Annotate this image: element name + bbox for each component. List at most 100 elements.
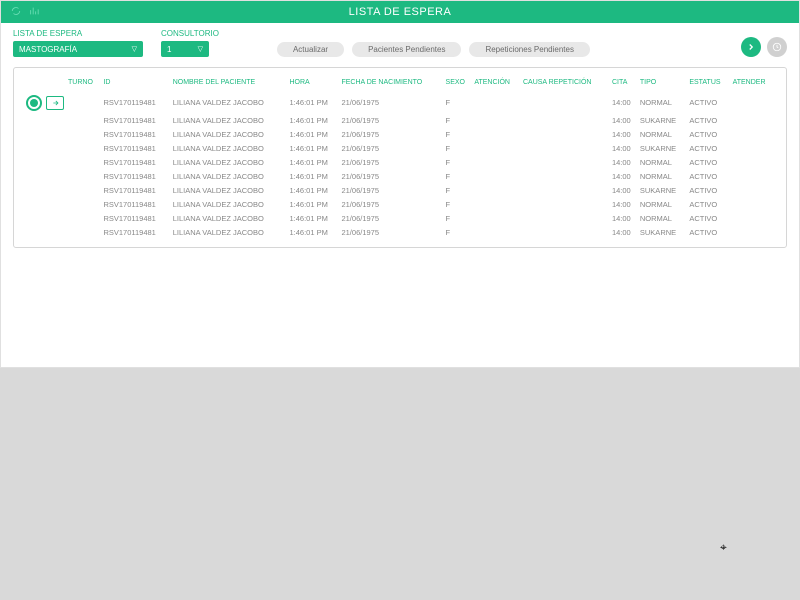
cell-tipo: NORMAL <box>638 197 687 211</box>
col-fecha: FECHA DE NACIMIENTO <box>339 76 443 92</box>
cell-tipo: NORMAL <box>638 127 687 141</box>
table-card: TURNO ID NOMBRE DEL PACIENTE HORA FECHA … <box>13 67 787 248</box>
cell-hora: 1:46:01 PM <box>287 197 339 211</box>
cell-cita: 14:00 <box>610 155 638 169</box>
cell-id: RSV170119481 <box>101 92 170 113</box>
cell-atencion <box>472 92 521 113</box>
table-row[interactable]: RSV170119481LILIANA VALDEZ JACOBO1:46:01… <box>24 155 776 169</box>
cell-causa <box>521 197 610 211</box>
cell-nombre: LILIANA VALDEZ JACOBO <box>171 197 288 211</box>
app-window: LISTA DE ESPERA LISTA DE ESPERA MASTOGRA… <box>0 0 800 368</box>
cell-cita: 14:00 <box>610 92 638 113</box>
cell-tipo: SUKARNE <box>638 183 687 197</box>
cell-hora: 1:46:01 PM <box>287 183 339 197</box>
cell-causa <box>521 113 610 127</box>
cell-hora: 1:46:01 PM <box>287 113 339 127</box>
cell-causa <box>521 169 610 183</box>
cell-atencion <box>472 197 521 211</box>
record-button[interactable] <box>26 95 42 111</box>
cell-turno <box>66 197 101 211</box>
cursor-icon: ⌖ <box>720 540 727 555</box>
cell-turno <box>66 211 101 225</box>
cell-tipo: NORMAL <box>638 169 687 183</box>
cell-id: RSV170119481 <box>101 155 170 169</box>
table-row[interactable]: RSV170119481LILIANA VALDEZ JACOBO1:46:01… <box>24 92 776 113</box>
table-row[interactable]: RSV170119481LILIANA VALDEZ JACOBO1:46:01… <box>24 169 776 183</box>
cell-sexo: F <box>444 183 473 197</box>
table-header-row: TURNO ID NOMBRE DEL PACIENTE HORA FECHA … <box>24 76 776 92</box>
cell-atencion <box>472 155 521 169</box>
cell-hora: 1:46:01 PM <box>287 141 339 155</box>
cell-fecha: 21/06/1975 <box>339 141 443 155</box>
cell-tipo: SUKARNE <box>638 141 687 155</box>
col-sexo: SEXO <box>444 76 473 92</box>
cell-causa <box>521 155 610 169</box>
cell-causa <box>521 141 610 155</box>
clock-button[interactable] <box>767 37 787 57</box>
cell-atender <box>731 169 776 183</box>
cell-estatus: ACTIVO <box>687 211 730 225</box>
cell-hora: 1:46:01 PM <box>287 225 339 239</box>
pending-patients-button[interactable]: Pacientes Pendientes <box>352 42 461 57</box>
cell-sexo: F <box>444 169 473 183</box>
cell-tipo: NORMAL <box>638 155 687 169</box>
table-row[interactable]: RSV170119481LILIANA VALDEZ JACOBO1:46:01… <box>24 113 776 127</box>
table-row[interactable]: RSV170119481LILIANA VALDEZ JACOBO1:46:01… <box>24 183 776 197</box>
cell-tipo: NORMAL <box>638 92 687 113</box>
col-tipo: TIPO <box>638 76 687 92</box>
pending-repetitions-button[interactable]: Repeticiones Pendientes <box>469 42 590 57</box>
table-row[interactable]: RSV170119481LILIANA VALDEZ JACOBO1:46:01… <box>24 225 776 239</box>
cell-atender <box>731 141 776 155</box>
chevron-down-icon: ▽ <box>132 45 137 53</box>
waitlist-value: MASTOGRAFÍA <box>19 45 77 54</box>
table-row[interactable]: RSV170119481LILIANA VALDEZ JACOBO1:46:01… <box>24 141 776 155</box>
cell-cita: 14:00 <box>610 127 638 141</box>
cell-atencion <box>472 127 521 141</box>
cell-nombre: LILIANA VALDEZ JACOBO <box>171 183 288 197</box>
cell-sexo: F <box>444 197 473 211</box>
table-row[interactable]: RSV170119481LILIANA VALDEZ JACOBO1:46:01… <box>24 197 776 211</box>
refresh-button[interactable]: Actualizar <box>277 42 344 57</box>
cell-causa <box>521 92 610 113</box>
cell-nombre: LILIANA VALDEZ JACOBO <box>171 113 288 127</box>
waitlist-label: LISTA DE ESPERA <box>13 29 143 38</box>
cell-fecha: 21/06/1975 <box>339 155 443 169</box>
cell-fecha: 21/06/1975 <box>339 169 443 183</box>
table-row[interactable]: RSV170119481LILIANA VALDEZ JACOBO1:46:01… <box>24 127 776 141</box>
cell-cita: 14:00 <box>610 225 638 239</box>
cell-estatus: ACTIVO <box>687 127 730 141</box>
cell-turno <box>66 113 101 127</box>
cell-fecha: 21/06/1975 <box>339 113 443 127</box>
waitlist-dropdown[interactable]: MASTOGRAFÍA ▽ <box>13 41 143 57</box>
cell-sexo: F <box>444 211 473 225</box>
cell-turno <box>66 169 101 183</box>
cell-atencion <box>472 141 521 155</box>
cell-tipo: SUKARNE <box>638 113 687 127</box>
cell-nombre: LILIANA VALDEZ JACOBO <box>171 127 288 141</box>
titlebar: LISTA DE ESPERA <box>1 1 799 23</box>
cell-atender <box>731 197 776 211</box>
col-hora: HORA <box>287 76 339 92</box>
cell-atender <box>731 155 776 169</box>
cell-hora: 1:46:01 PM <box>287 169 339 183</box>
cell-atencion <box>472 183 521 197</box>
table-row[interactable]: RSV170119481LILIANA VALDEZ JACOBO1:46:01… <box>24 211 776 225</box>
cell-causa <box>521 183 610 197</box>
cell-nombre: LILIANA VALDEZ JACOBO <box>171 155 288 169</box>
cell-fecha: 21/06/1975 <box>339 92 443 113</box>
cell-cita: 14:00 <box>610 211 638 225</box>
office-dropdown[interactable]: 1 ▽ <box>161 41 209 57</box>
cell-fecha: 21/06/1975 <box>339 183 443 197</box>
cell-id: RSV170119481 <box>101 141 170 155</box>
cell-estatus: ACTIVO <box>687 225 730 239</box>
cell-nombre: LILIANA VALDEZ JACOBO <box>171 211 288 225</box>
cell-atender <box>731 183 776 197</box>
exit-button[interactable] <box>46 96 64 110</box>
cell-atencion <box>472 211 521 225</box>
cell-id: RSV170119481 <box>101 211 170 225</box>
cell-sexo: F <box>444 92 473 113</box>
next-button[interactable] <box>741 37 761 57</box>
cell-nombre: LILIANA VALDEZ JACOBO <box>171 169 288 183</box>
cell-id: RSV170119481 <box>101 169 170 183</box>
cell-nombre: LILIANA VALDEZ JACOBO <box>171 225 288 239</box>
